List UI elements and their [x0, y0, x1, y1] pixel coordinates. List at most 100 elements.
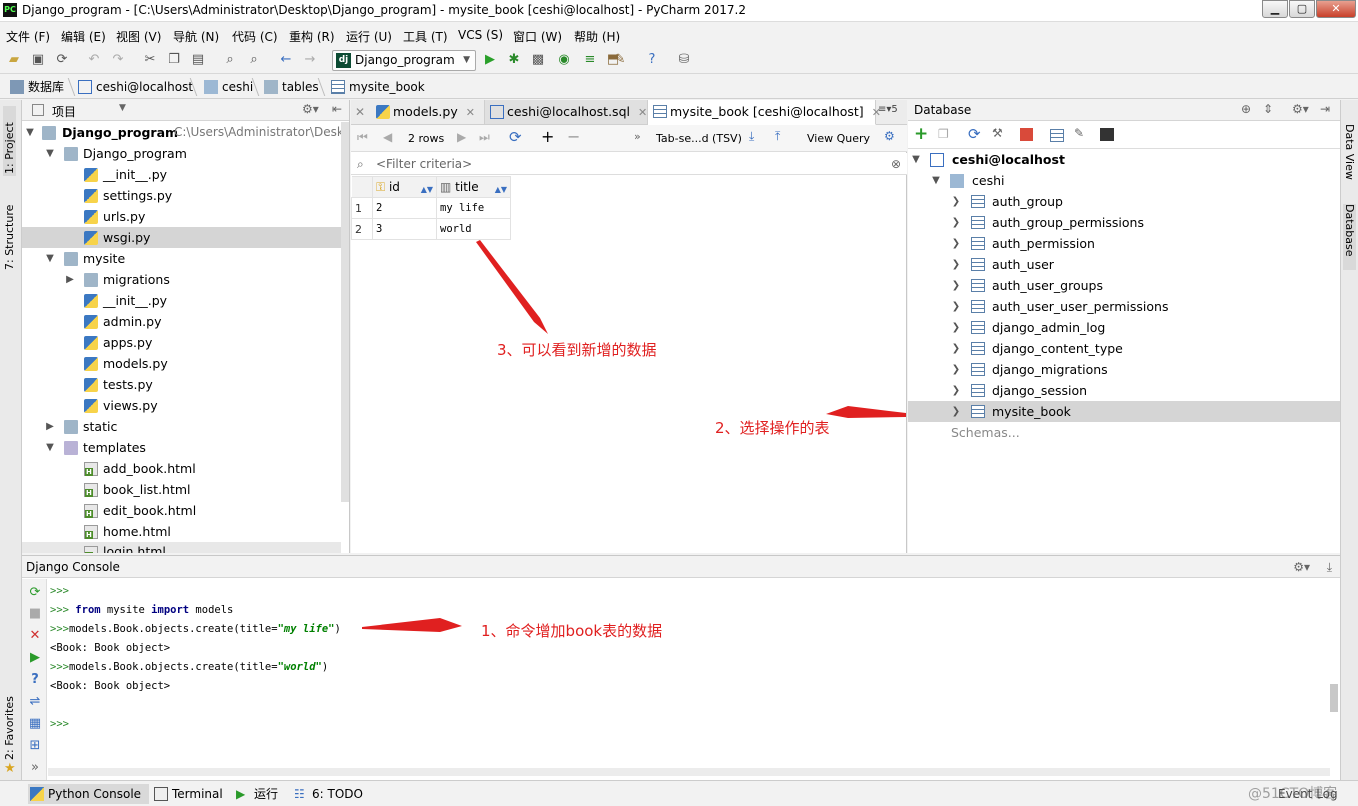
redo-icon[interactable]: ↷ [110, 52, 126, 68]
tool-tab-python-console[interactable]: Python Console [28, 784, 150, 804]
save-icon[interactable]: ▣ [30, 52, 46, 68]
close-icon[interactable]: ✕ [27, 628, 43, 644]
chevron-right-icon[interactable]: ❯ [950, 212, 962, 233]
profile-icon[interactable]: ◉ [556, 52, 572, 68]
scrollbar[interactable] [341, 122, 349, 502]
db-table-item[interactable]: ❯ auth_group [908, 191, 1340, 212]
expand-icon[interactable]: » [27, 760, 43, 776]
menu-view[interactable]: 视图 (V) [116, 28, 161, 45]
copy-icon[interactable]: ❐ [166, 52, 182, 68]
variables-icon[interactable]: ▦ [27, 716, 43, 732]
tree-file[interactable]: apps.py [22, 332, 341, 353]
menu-navigate[interactable]: 导航 (N) [173, 28, 219, 45]
format-select[interactable]: Tab-se...d (TSV) [656, 132, 742, 145]
undo-icon[interactable]: ↶ [86, 52, 102, 68]
scrollbar[interactable] [1330, 684, 1338, 712]
table-row[interactable]: 2 3 world [351, 218, 511, 240]
tool-tab-project[interactable]: 1: Project [3, 106, 16, 176]
target-icon[interactable]: ⊕ [1241, 102, 1251, 116]
soft-wrap-icon[interactable]: ⇌ [27, 694, 43, 710]
menu-edit[interactable]: 编辑 (E) [61, 28, 106, 45]
close-icon[interactable]: ✕ [466, 106, 475, 119]
chevron-right-icon[interactable]: ❯ [950, 359, 962, 380]
chevron-right-icon[interactable]: ❯ [950, 380, 962, 401]
breadcrumb-table[interactable]: mysite_book [331, 78, 425, 96]
add-icon[interactable]: + [914, 124, 928, 144]
db-table-item-selected[interactable]: ❯ mysite_book [908, 401, 1340, 422]
tree-file[interactable]: tests.py [22, 374, 341, 395]
collapse-icon[interactable]: ⇕ [1263, 102, 1273, 116]
chevron-down-icon[interactable]: ▼ [44, 143, 56, 164]
run-config-select[interactable]: dj Django_program ▼ [332, 50, 476, 71]
tab-mysite-book[interactable]: mysite_book [ceshi@localhost] ✕ [648, 100, 881, 125]
chevron-right-icon[interactable]: ❯ [950, 233, 962, 254]
tree-file-selected[interactable]: wsgi.py [22, 227, 341, 248]
chevron-down-icon[interactable]: ▼ [119, 103, 126, 113]
tool-tab-database[interactable]: Database [1343, 204, 1356, 270]
cell-id[interactable]: 3 [372, 218, 437, 240]
chevron-down-icon[interactable]: ▼ [44, 437, 56, 458]
new-console-icon[interactable]: ⊞ [27, 738, 43, 754]
export-icon[interactable]: ⤓ [749, 129, 754, 144]
minimize-button[interactable]: ▁ [1262, 0, 1288, 18]
schemas-link[interactable]: Schemas... [908, 422, 1340, 443]
tree-file[interactable]: login.html [22, 542, 341, 553]
cut-icon[interactable]: ✂ [142, 52, 158, 68]
clear-icon[interactable]: ⊗ [891, 153, 901, 175]
menu-run[interactable]: 运行 (U) [346, 28, 392, 45]
chevron-right-icon[interactable]: ▶ [44, 416, 56, 437]
console-input-line[interactable]: >>> [50, 718, 69, 730]
chevron-right-icon[interactable]: ❯ [950, 275, 962, 296]
rows-count-label[interactable]: 2 rows [408, 132, 444, 145]
gear-icon[interactable]: ⚙▾ [302, 102, 319, 116]
tree-folder-templates[interactable]: ▼ templates [22, 437, 341, 458]
chevron-right-icon[interactable]: ❯ [950, 401, 962, 422]
chevron-down-icon[interactable]: ▼ [930, 170, 942, 191]
breadcrumb-tables[interactable]: tables [264, 78, 319, 96]
hide-panel-icon[interactable]: ⇥ [1320, 102, 1330, 116]
find-icon[interactable]: ⌕ [222, 52, 238, 68]
chevron-right-icon[interactable]: ❯ [950, 191, 962, 212]
hide-panel-icon[interactable]: ⇤ [332, 102, 342, 116]
db-table-item[interactable]: ❯ django_admin_log [908, 317, 1340, 338]
paste-icon[interactable]: ▤ [190, 52, 206, 68]
db-table-item[interactable]: ❯ django_content_type [908, 338, 1340, 359]
edit-icon[interactable]: ✎ [1074, 126, 1084, 140]
cell-id[interactable]: 2 [372, 197, 437, 219]
help-icon[interactable]: ? [27, 672, 43, 688]
chevron-down-icon[interactable]: ▼ [44, 248, 56, 269]
tool-tab-todo[interactable]: ☷ 6: TODO [292, 784, 363, 804]
sync-icon[interactable]: ⟳ [54, 52, 70, 68]
debug-icon[interactable]: ✱ [506, 52, 522, 68]
tool-tab-run[interactable]: ▶ 运行 [234, 784, 278, 804]
db-table-item[interactable]: ❯ auth_user [908, 254, 1340, 275]
first-page-icon[interactable]: ⏮ [357, 130, 368, 145]
tree-file[interactable]: book_list.html [22, 479, 341, 500]
chevron-down-icon[interactable]: ▼ [24, 122, 36, 143]
forward-icon[interactable]: → [302, 52, 318, 68]
tree-file[interactable]: home.html [22, 521, 341, 542]
cell-title[interactable]: my life [436, 197, 511, 219]
column-header-title[interactable]: ▥ title ▲▼ [436, 176, 511, 198]
expand-icon[interactable]: » [634, 130, 641, 143]
next-page-icon[interactable]: ▶ [457, 130, 466, 144]
db-table-item[interactable]: ❯ auth_group_permissions [908, 212, 1340, 233]
concurrency-icon[interactable]: ≡ [582, 52, 598, 68]
tool-tab-structure[interactable]: 7: Structure [3, 194, 16, 270]
prev-page-icon[interactable]: ◀ [383, 130, 392, 144]
db-table-item[interactable]: ❯ django_session [908, 380, 1340, 401]
rerun-icon[interactable]: ⟳ [27, 585, 43, 601]
refresh-icon[interactable]: ⟳ [509, 128, 522, 146]
db-table-item[interactable]: ❯ auth_permission [908, 233, 1340, 254]
help-icon[interactable]: ? [644, 52, 660, 68]
tree-file[interactable]: models.py [22, 353, 341, 374]
menu-code[interactable]: 代码 (C) [232, 28, 278, 45]
copy-icon[interactable]: ❐ [938, 127, 949, 141]
tab-models-py[interactable]: models.py ✕ [371, 100, 485, 124]
back-icon[interactable]: ← [278, 52, 294, 68]
table-row[interactable]: 1 2 my life [351, 197, 511, 219]
db-schema[interactable]: ▼ ceshi [908, 170, 1340, 191]
vcs-icon[interactable]: ⛁ [676, 52, 692, 68]
menu-refactor[interactable]: 重构 (R) [289, 28, 335, 45]
settings-wrench-icon[interactable]: ✎ [612, 52, 628, 68]
